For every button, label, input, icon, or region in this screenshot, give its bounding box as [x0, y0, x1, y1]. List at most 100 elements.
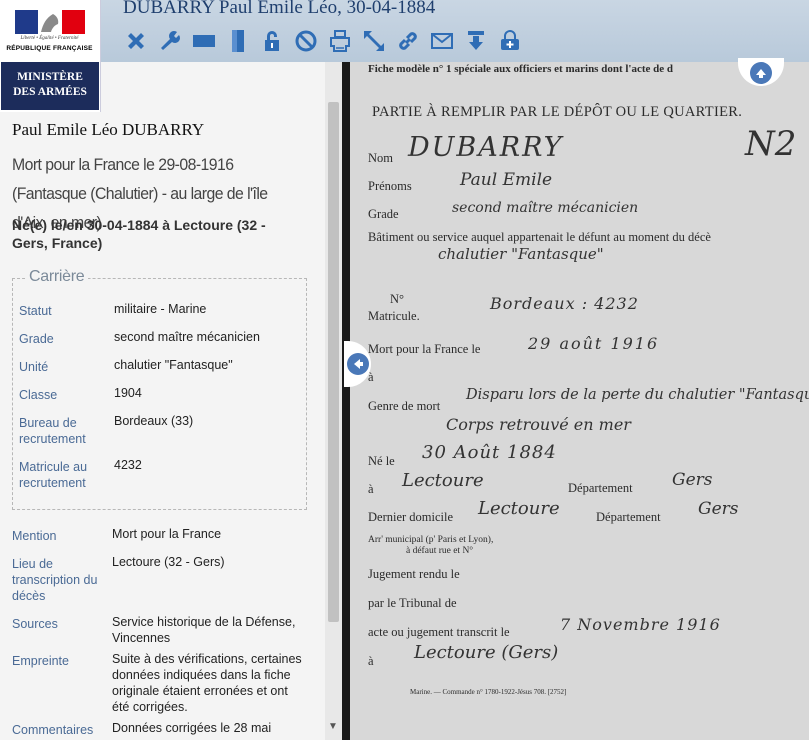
detail-value: Suite à des vérifications, certaines don…: [112, 652, 302, 714]
carriere-label: Classe: [19, 388, 58, 402]
ministere-line2: DES ARMÉES: [13, 86, 87, 98]
link-button[interactable]: [394, 27, 422, 55]
birth-info: Né(e) le/en 30-04-1884 à Lectoure (32 - …: [12, 217, 266, 251]
label-batiment: Bâtiment ou service auquel appartenait l…: [368, 230, 711, 244]
hw-departement-domicile: Gers: [698, 499, 739, 519]
label-a-defaut: à défaut rue et N°: [406, 546, 474, 556]
person-name: Paul Emile Léo DUBARRY: [12, 120, 205, 139]
hw-naissance-lieu: Lectoure: [402, 470, 484, 491]
hw-domicile: Lectoure: [478, 498, 560, 519]
label-tribunal: par le Tribunal de: [368, 596, 457, 610]
detail-label: Lieu de transcription du décès: [12, 557, 98, 603]
hw-genre-de-mort-2: Corps retrouvé en mer: [446, 415, 631, 434]
detail-label: Commentaires: [12, 723, 94, 737]
block-button[interactable]: [292, 27, 320, 55]
mail-icon: [431, 33, 453, 49]
republique-francaise-text: RÉPUBLIQUE FRANÇAISE: [6, 45, 93, 52]
fullscreen-button[interactable]: [360, 27, 388, 55]
detail-label: Sources: [12, 617, 58, 631]
lock-button[interactable]: [258, 27, 286, 55]
carriere-value: Bordeaux (33): [114, 414, 194, 428]
close-button[interactable]: [122, 27, 150, 55]
hw-batiment: chalutier "Fantasque": [438, 245, 604, 263]
ministere-line1: MINISTÈRE: [17, 71, 83, 83]
republique-francaise-logo: Liberté • Égalité • Fraternité RÉPUBLIQU…: [1, 2, 98, 59]
carriere-label: Matricule au recrutement: [19, 460, 88, 490]
label-grade: Grade: [368, 207, 399, 221]
detail-value: Service historique de la Défense, Vincen…: [112, 615, 296, 645]
devise-text: Liberté • Égalité • Fraternité: [20, 36, 79, 41]
hw-transcrit-date: 7 Novembre 1916: [560, 615, 721, 634]
label-matricule: Matricule.: [368, 309, 420, 323]
hw-prenoms: Paul Emile: [460, 170, 553, 190]
download-button[interactable]: [462, 27, 490, 55]
carriere-label: Bureau de recrutement: [19, 416, 86, 446]
label-departement-1: Département: [568, 481, 633, 495]
carriere-value: 4232: [114, 458, 142, 472]
carriere-label: Statut: [19, 304, 52, 318]
label-ne-le: Né le: [368, 454, 395, 468]
hw-genre-de-mort-1: Disparu lors de la perte du chalutier "F…: [466, 387, 809, 403]
document-viewer[interactable]: Fiche modèle n° 1 spéciale aux officiers…: [342, 62, 809, 740]
hw-transcrit-lieu: Lectoure (Gers): [414, 642, 559, 663]
document-title: DUBARRY Paul Emile Léo, 30-04-1884: [123, 0, 436, 18]
hw-margin-mark: N2: [745, 124, 797, 164]
toolbar: [122, 27, 524, 55]
lock-icon: [265, 31, 279, 51]
download-icon: [468, 31, 484, 50]
label-jugement: Jugement rendu le: [368, 567, 460, 581]
settings-button[interactable]: [156, 27, 184, 55]
label-prenoms: Prénoms: [368, 179, 412, 193]
fit-width-icon: [193, 35, 215, 47]
scroll-down-arrow-icon[interactable]: ▼: [328, 721, 338, 732]
doc-top-line: Fiche modèle n° 1 spéciale aux officiers…: [368, 63, 674, 75]
label-a-3: à: [368, 654, 374, 668]
add-to-basket-icon: [501, 30, 519, 50]
carriere-label: Unité: [19, 360, 49, 374]
carriere-value: chalutier "Fantasque": [114, 358, 233, 372]
print-icon: [330, 30, 350, 52]
label-dernier-domicile: Dernier domicile: [368, 510, 454, 524]
hw-departement-naissance: Gers: [672, 470, 713, 490]
fit-width-button[interactable]: [190, 27, 218, 55]
label-no: N°: [390, 292, 405, 306]
label-acte: acte ou jugement transcrit le: [368, 625, 510, 639]
label-nom: Nom: [368, 151, 393, 165]
marianne-flag-icon: [15, 10, 85, 34]
ministry-logo[interactable]: Liberté • Égalité • Fraternité RÉPUBLIQU…: [0, 0, 101, 112]
label-a-2: à: [368, 482, 374, 496]
hw-grade: second maître mécanicien: [452, 200, 639, 216]
doc-heading: PARTIE À REMPLIR PAR LE DÉPÔT OU LE QUAR…: [372, 104, 743, 120]
wrench-icon: [161, 31, 180, 50]
add-to-basket-button[interactable]: [496, 27, 524, 55]
label-departement-2: Département: [596, 510, 661, 524]
fullscreen-icon: [364, 31, 384, 51]
print-button[interactable]: [326, 27, 354, 55]
ministere-des-armees-block: MINISTÈRE DES ARMÉES: [1, 62, 99, 110]
detail-value: Données corrigées le 28 mai: [112, 721, 272, 735]
detail-label: Mention: [12, 529, 57, 543]
fit-height-button[interactable]: [224, 27, 252, 55]
carriere-value: second maître mécanicien: [114, 330, 260, 344]
hw-matricule: Bordeaux : 4232: [490, 294, 639, 313]
label-mort-pour-france: Mort pour la France le: [368, 342, 481, 356]
label-arr-municipal: Arr' municipal (p' Paris et Lyon),: [368, 535, 494, 545]
hw-nom: DUBARRY: [408, 132, 564, 163]
detail-value: Mort pour la France: [112, 527, 222, 541]
carriere-label: Grade: [19, 332, 54, 346]
label-genre-de-mort: Genre de mort: [368, 399, 441, 413]
detail-label: Empreinte: [12, 654, 69, 668]
hw-naissance-date: 30 Août 1884: [422, 442, 557, 463]
fit-height-icon: [232, 30, 244, 52]
carriere-fieldset: Carrière Statut militaire - Marine Grade…: [12, 268, 307, 510]
carriere-value: 1904: [114, 386, 142, 400]
hw-mort-date: 29 août 1916: [528, 334, 660, 353]
block-icon: [295, 30, 317, 52]
link-icon: [399, 32, 417, 50]
carriere-value: militaire - Marine: [114, 302, 207, 316]
top-bar: DUBARRY Paul Emile Léo, 30-04-1884: [0, 0, 809, 63]
scrollbar-thumb[interactable]: [328, 102, 339, 622]
mail-button[interactable]: [428, 27, 456, 55]
sidebar-scrollbar[interactable]: ▼: [325, 62, 342, 740]
detail-value: Lectoure (32 - Gers): [112, 555, 225, 569]
